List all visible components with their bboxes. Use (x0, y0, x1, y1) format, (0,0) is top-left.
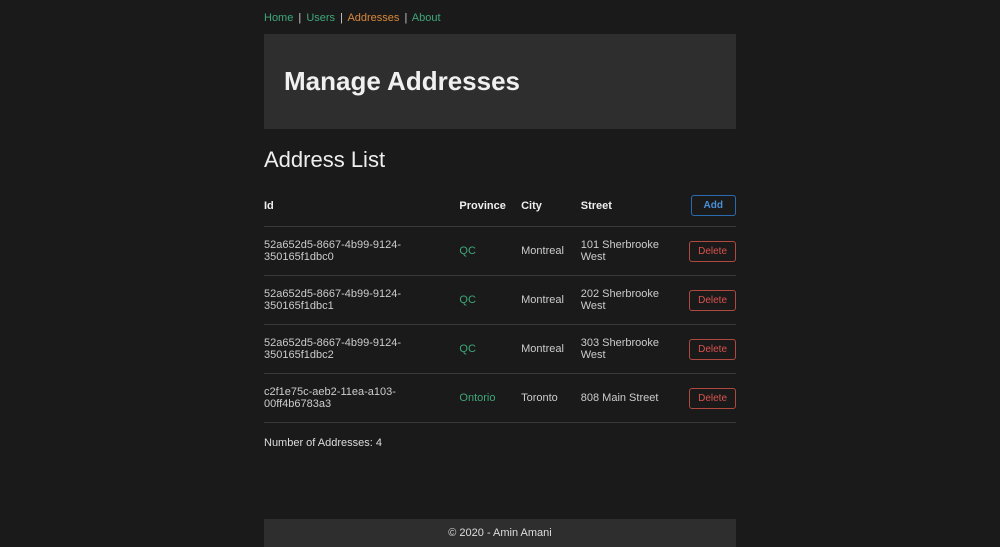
cell-id: 52a652d5-8667-4b99-9124-350165f1dbc0 (264, 227, 459, 276)
cell-id: 52a652d5-8667-4b99-9124-350165f1dbc2 (264, 325, 459, 374)
delete-button[interactable]: Delete (689, 388, 736, 409)
cell-id: 52a652d5-8667-4b99-9124-350165f1dbc1 (264, 276, 459, 325)
address-count: Number of Addresses: 4 (264, 437, 736, 449)
page-title: Manage Addresses (284, 66, 716, 97)
add-button[interactable]: Add (691, 195, 736, 216)
cell-street: 808 Main Street (581, 374, 688, 423)
delete-button[interactable]: Delete (689, 241, 736, 262)
cell-city: Toronto (521, 374, 581, 423)
section-title: Address List (264, 147, 736, 173)
breadcrumb-about[interactable]: About (412, 12, 441, 24)
breadcrumb-home[interactable]: Home (264, 12, 293, 24)
cell-city: Montreal (521, 276, 581, 325)
cell-street: 202 Sherbrooke West (581, 276, 688, 325)
cell-street: 303 Sherbrooke West (581, 325, 688, 374)
breadcrumb: Home | Users | Addresses | About (264, 12, 736, 24)
col-header-city: City (521, 185, 581, 227)
delete-button[interactable]: Delete (689, 339, 736, 360)
address-table: Id Province City Street Add 52a652d5-866… (264, 185, 736, 423)
cell-street: 101 Sherbrooke West (581, 227, 688, 276)
province-link[interactable]: QC (459, 294, 476, 306)
delete-button[interactable]: Delete (689, 290, 736, 311)
province-link[interactable]: Ontorio (459, 392, 495, 404)
col-header-actions: Add (688, 185, 736, 227)
page-footer: © 2020 - Amin Amani (264, 519, 736, 547)
table-row: 52a652d5-8667-4b99-9124-350165f1dbc2 QC … (264, 325, 736, 374)
breadcrumb-users[interactable]: Users (306, 12, 335, 24)
breadcrumb-sep: | (298, 12, 301, 24)
cell-id: c2f1e75c-aeb2-11ea-a103-00ff4b6783a3 (264, 374, 459, 423)
province-link[interactable]: QC (459, 245, 476, 257)
table-header-row: Id Province City Street Add (264, 185, 736, 227)
col-header-id: Id (264, 185, 459, 227)
breadcrumb-addresses[interactable]: Addresses (347, 12, 399, 24)
table-row: 52a652d5-8667-4b99-9124-350165f1dbc0 QC … (264, 227, 736, 276)
table-row: 52a652d5-8667-4b99-9124-350165f1dbc1 QC … (264, 276, 736, 325)
col-header-street: Street (581, 185, 688, 227)
col-header-province: Province (459, 185, 521, 227)
province-link[interactable]: QC (459, 343, 476, 355)
page-header: Manage Addresses (264, 34, 736, 129)
breadcrumb-sep: | (340, 12, 343, 24)
cell-city: Montreal (521, 325, 581, 374)
table-row: c2f1e75c-aeb2-11ea-a103-00ff4b6783a3 Ont… (264, 374, 736, 423)
cell-city: Montreal (521, 227, 581, 276)
breadcrumb-sep: | (404, 12, 407, 24)
